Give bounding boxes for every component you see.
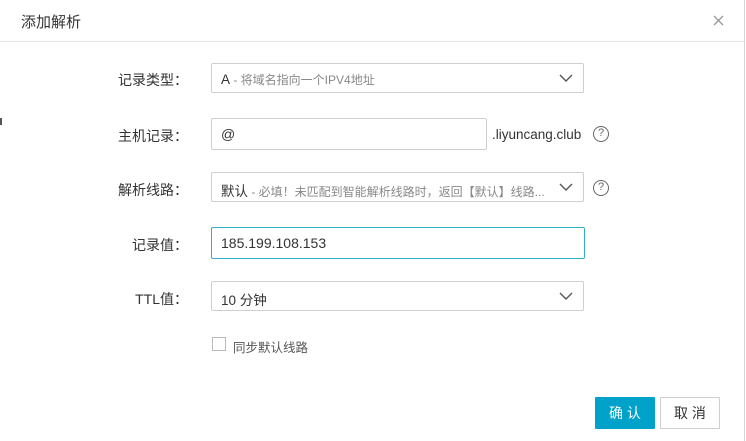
dialog-title: 添加解析 bbox=[21, 14, 82, 31]
record-type-select[interactable]: A - 将域名指向一个IPV4地址 bbox=[211, 63, 584, 93]
dialog-header: 添加解析 bbox=[0, 0, 744, 42]
line-value: 默认 - 必填！未匹配到智能解析线路时，返回【默认】线路... bbox=[221, 184, 545, 199]
chevron-down-icon bbox=[559, 292, 573, 300]
chevron-down-icon bbox=[559, 183, 573, 191]
record-value-label: 记录值： bbox=[132, 237, 188, 253]
ttl-value: 10 分钟 bbox=[221, 293, 267, 308]
close-icon[interactable] bbox=[710, 12, 728, 30]
ttl-label: TTL值： bbox=[135, 291, 188, 307]
line-label: 解析线路： bbox=[118, 182, 188, 198]
host-input[interactable] bbox=[211, 118, 487, 150]
line-select[interactable]: 默认 - 必填！未匹配到智能解析线路时，返回【默认】线路... bbox=[211, 172, 584, 202]
record-type-label: 记录类型： bbox=[118, 72, 188, 88]
help-icon[interactable]: ? bbox=[593, 126, 609, 142]
confirm-button[interactable]: 确 认 bbox=[595, 397, 655, 429]
sync-default-checkbox[interactable] bbox=[212, 337, 226, 351]
record-type-value: A - 将域名指向一个IPV4地址 bbox=[221, 72, 375, 87]
chevron-down-icon bbox=[559, 74, 573, 82]
record-value-input[interactable] bbox=[211, 227, 585, 259]
sync-default-label: 同步默认线路 bbox=[233, 341, 309, 355]
record-type-hint: - 将域名指向一个IPV4地址 bbox=[230, 73, 375, 87]
add-record-dialog: 添加解析 记录类型： A - 将域名指向一个IPV4地址 主机记录： .liyu… bbox=[0, 0, 745, 441]
help-icon[interactable]: ? bbox=[593, 180, 609, 196]
host-label: 主机记录： bbox=[118, 128, 188, 144]
edge-marker bbox=[0, 118, 2, 125]
ttl-select[interactable]: 10 分钟 bbox=[211, 281, 584, 311]
cancel-button[interactable]: 取 消 bbox=[660, 397, 720, 429]
domain-suffix: .liyuncang.club bbox=[492, 127, 582, 142]
line-hint: - 必填！未匹配到智能解析线路时，返回【默认】线路... bbox=[248, 185, 545, 199]
